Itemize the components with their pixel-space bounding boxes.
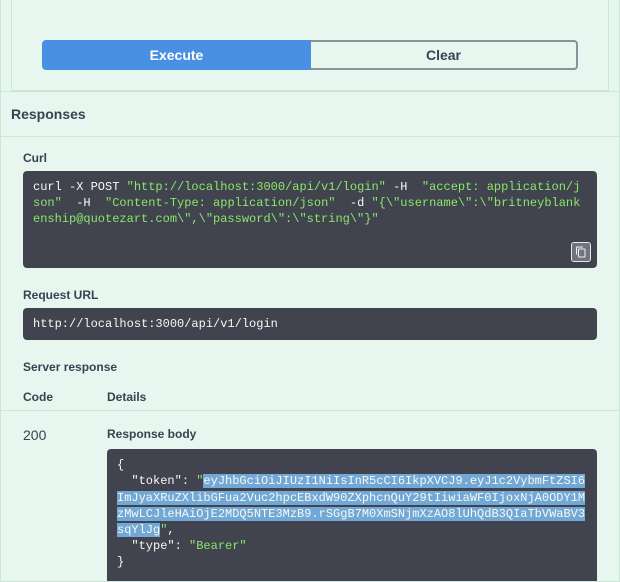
swagger-try-response-panel: Execute Clear Responses Curl curl -X POS… bbox=[0, 0, 620, 582]
code-column-header: Code bbox=[23, 390, 107, 404]
responses-header-bar: Responses bbox=[0, 91, 620, 137]
clear-button[interactable]: Clear bbox=[311, 40, 578, 70]
server-response-section: Server response bbox=[1, 346, 619, 374]
curl-text: curl -X POST "http://localhost:3000/api/… bbox=[33, 180, 580, 226]
request-url-label: Request URL bbox=[23, 288, 597, 302]
server-response-label: Server response bbox=[23, 360, 597, 374]
request-url-box: http://localhost:3000/api/v1/login bbox=[23, 308, 597, 340]
response-table-header: Code Details bbox=[1, 380, 619, 411]
copy-curl-icon[interactable] bbox=[571, 242, 591, 262]
operation-block: Execute Clear bbox=[11, 0, 609, 91]
curl-label: Curl bbox=[23, 151, 597, 165]
response-body-box: { "token": "eyJhbGciOiJIUzI1NiIsInR5cCI6… bbox=[107, 449, 597, 582]
details-column-header: Details bbox=[107, 390, 597, 404]
responses-title: Responses bbox=[11, 106, 609, 122]
action-button-row: Execute Clear bbox=[12, 0, 608, 90]
curl-section: Curl curl -X POST "http://localhost:3000… bbox=[1, 137, 619, 274]
response-details: Response body { "token": "eyJhbGciOiJIUz… bbox=[107, 427, 597, 582]
execute-button[interactable]: Execute bbox=[42, 40, 311, 70]
request-url-value: http://localhost:3000/api/v1/login bbox=[33, 317, 278, 331]
curl-command-box: curl -X POST "http://localhost:3000/api/… bbox=[23, 171, 597, 268]
status-code: 200 bbox=[23, 427, 107, 582]
response-row: 200 Response body { "token": "eyJhbGciOi… bbox=[1, 411, 619, 582]
response-body-label: Response body bbox=[107, 427, 597, 441]
response-body-json: { "token": "eyJhbGciOiJIUzI1NiIsInR5cCI6… bbox=[117, 458, 585, 569]
request-url-section: Request URL http://localhost:3000/api/v1… bbox=[1, 274, 619, 346]
